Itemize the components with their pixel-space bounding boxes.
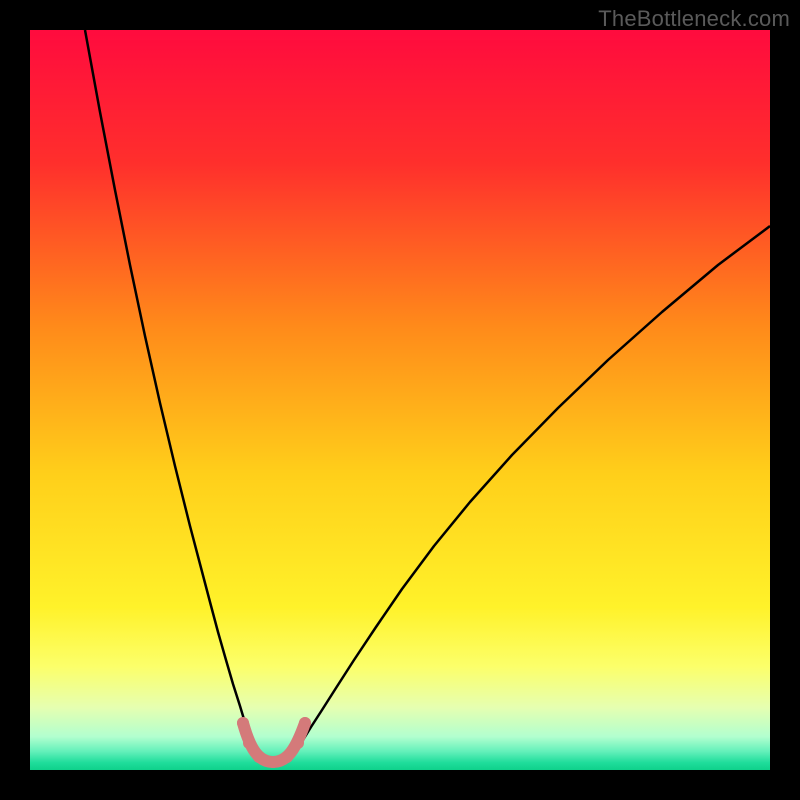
series-trough-accent-dot — [267, 756, 279, 768]
series-trough-accent-dot — [253, 751, 265, 763]
series-trough-accent-dot — [243, 737, 255, 749]
series-trough-accent-dot — [237, 717, 249, 729]
chart-background — [30, 30, 770, 770]
watermark-text: TheBottleneck.com — [598, 6, 790, 32]
chart-frame — [30, 30, 770, 770]
series-trough-accent-dot — [281, 751, 293, 763]
series-trough-accent-dot — [292, 737, 304, 749]
bottleneck-chart — [30, 30, 770, 770]
series-trough-accent-dot — [299, 717, 311, 729]
